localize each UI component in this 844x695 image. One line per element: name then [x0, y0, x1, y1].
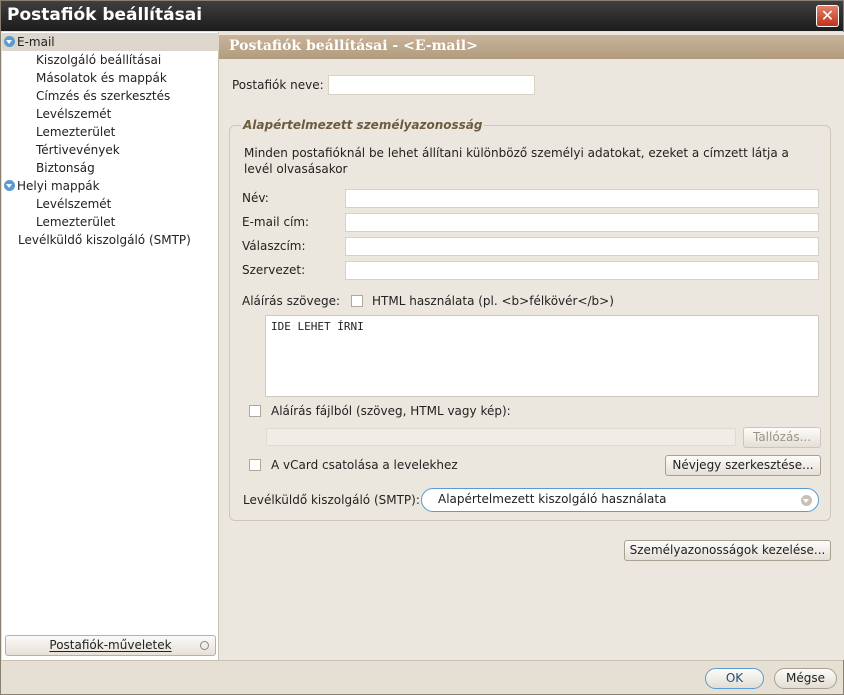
- smtp-label: Levélküldő kiszolgáló (SMTP):: [243, 493, 420, 507]
- email-label: E-mail cím:: [242, 215, 310, 229]
- name-field[interactable]: [345, 189, 819, 208]
- reply-to-field[interactable]: [345, 237, 819, 256]
- close-button[interactable]: ✕: [816, 5, 839, 27]
- tree-item-receipts[interactable]: Tértivevények: [36, 141, 120, 159]
- browse-button[interactable]: Tallózás...: [743, 427, 821, 448]
- signature-label: Aláírás szövege:: [242, 294, 341, 308]
- group-title: Alapértelmezett személyazonosság: [241, 118, 485, 132]
- manage-identities-button[interactable]: Személyazonosságok kezelése...: [624, 540, 831, 561]
- name-label: Név:: [242, 191, 269, 205]
- tree-item-composition[interactable]: Címzés és szerkesztés: [36, 87, 170, 105]
- group-description: Minden postafióknál be lehet állítani kü…: [244, 146, 789, 176]
- ok-button[interactable]: OK: [705, 668, 764, 689]
- settings-panel: Postafiók beállításai - <E-mail> Postafi…: [219, 32, 844, 660]
- account-name-field[interactable]: [328, 75, 535, 95]
- edit-card-button[interactable]: Névjegy szerkesztése...: [665, 455, 821, 476]
- html-checkbox-label: HTML használata (pl. <b>félkövér</b>): [372, 294, 614, 308]
- account-settings-window: Postafiók beállításai ✕ E-mail Kiszolgál…: [0, 0, 844, 695]
- tree-item-security[interactable]: Biztonság: [36, 159, 95, 177]
- account-tree: E-mail Kiszolgáló beállításai Másolatok …: [2, 32, 219, 660]
- html-checkbox[interactable]: [351, 295, 363, 307]
- collapse-icon[interactable]: [4, 36, 15, 47]
- tree-item-smtp[interactable]: Levélküldő kiszolgáló (SMTP): [18, 231, 191, 249]
- vcard-label: A vCard csatolása a levelekhez: [271, 458, 458, 472]
- panel-header: Postafiók beállításai - <E-mail>: [219, 35, 844, 59]
- signature-file-label: Aláírás fájlból (szöveg, HTML vagy kép):: [271, 404, 511, 418]
- dropdown-icon: [200, 641, 209, 650]
- tree-item-local-junk[interactable]: Levélszemét: [36, 195, 111, 213]
- tree-item-disk-space[interactable]: Lemezterület: [36, 123, 115, 141]
- signature-textarea[interactable]: IDE LEHET ÍRNI: [265, 315, 819, 397]
- collapse-icon[interactable]: [4, 180, 15, 191]
- title-bar: Postafiók beállításai ✕: [1, 1, 843, 31]
- account-actions-button[interactable]: Postafiók-műveletek: [5, 635, 216, 656]
- chevron-down-icon: [801, 495, 812, 506]
- dialog-footer: OK Mégse: [1, 660, 843, 694]
- signature-file-checkbox[interactable]: [249, 405, 261, 417]
- vcard-checkbox[interactable]: [249, 459, 261, 471]
- window-title: Postafiók beállításai: [7, 5, 203, 25]
- tree-item-junk[interactable]: Levélszemét: [36, 105, 111, 123]
- signature-file-path: [266, 428, 736, 446]
- tree-item-copies-folders[interactable]: Másolatok és mappák: [36, 69, 167, 87]
- organization-label: Szervezet:: [242, 263, 306, 277]
- tree-item-email[interactable]: E-mail: [2, 33, 219, 51]
- organization-field[interactable]: [345, 261, 819, 280]
- tree-item-server-settings[interactable]: Kiszolgáló beállításai: [36, 51, 161, 69]
- smtp-select[interactable]: Alapértelmezett kiszolgáló használata: [421, 488, 819, 512]
- account-name-label: Postafiók neve:: [232, 78, 324, 92]
- cancel-button[interactable]: Mégse: [774, 668, 837, 689]
- email-field[interactable]: [345, 213, 819, 232]
- tree-item-local-disk-space[interactable]: Lemezterület: [36, 213, 115, 231]
- tree-item-local-folders[interactable]: Helyi mappák: [4, 177, 100, 195]
- reply-to-label: Válaszcím:: [242, 239, 306, 253]
